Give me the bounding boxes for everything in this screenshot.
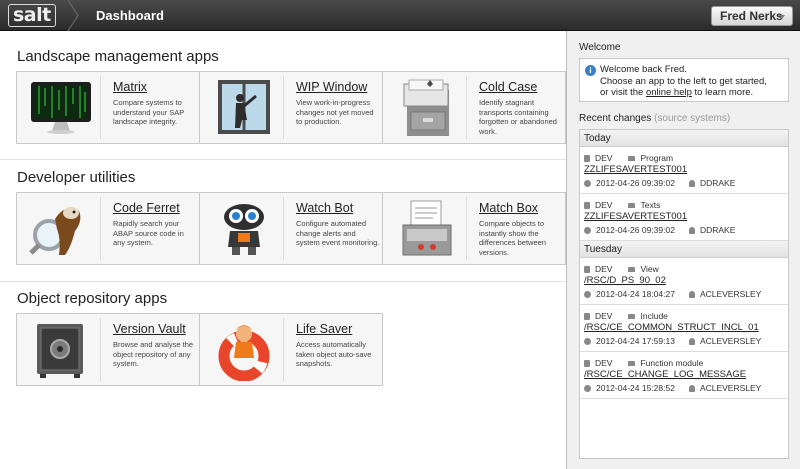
welcome-line-1: Welcome back Fred. bbox=[600, 64, 687, 75]
object-link[interactable]: /RSC/CE_COMMON_STRUCT_INCL_01 bbox=[584, 322, 759, 333]
app-card-life-saver[interactable]: Life Saver Access automatically taken ob… bbox=[199, 313, 383, 386]
welcome-line-3: or visit the online help to learn more. bbox=[600, 87, 754, 98]
app-description: View work-in-progress changes not yet mo… bbox=[296, 98, 374, 126]
section-divider bbox=[0, 159, 566, 160]
filing-cabinet-icon bbox=[387, 76, 467, 139]
object-link[interactable]: ZZLIFESAVERTEST001 bbox=[584, 211, 687, 222]
matrix-monitor-icon bbox=[21, 76, 101, 139]
app-name: Life Saver bbox=[296, 322, 353, 336]
folder-icon bbox=[628, 267, 636, 272]
user-icon bbox=[688, 291, 695, 298]
page-title: Dashboard bbox=[96, 8, 164, 23]
app-description: Compare objects to instantly show the di… bbox=[479, 219, 546, 257]
app-card-code-ferret[interactable]: Code Ferret Rapidly search your ABAP sou… bbox=[16, 192, 200, 265]
app-card-watch-bot[interactable]: Watch Bot Configure automated change ale… bbox=[199, 192, 383, 265]
app-description: Browse and analyse the object repository… bbox=[113, 340, 194, 368]
app-description: Configure automated change alerts and sy… bbox=[296, 219, 380, 247]
app-name: Match Box bbox=[479, 201, 539, 215]
change-entry[interactable]: DEV View /RSC/D_PS_90_02 2012-04-24 18:04… bbox=[580, 258, 788, 305]
welcome-line-2: Choose an app to the left to get started… bbox=[600, 75, 767, 87]
folder-icon bbox=[628, 361, 636, 366]
window-cleaner-icon bbox=[204, 76, 284, 139]
clock-icon bbox=[584, 180, 591, 187]
object-link[interactable]: /RSC/CE_CHANGE_LOG_MESSAGE bbox=[584, 369, 746, 380]
clock-icon bbox=[584, 338, 591, 345]
app-card-matrix[interactable]: Matrix Compare systems to understand you… bbox=[16, 71, 200, 144]
app-description: Access automatically taken object auto-s… bbox=[296, 340, 372, 368]
app-name: Cold Case bbox=[479, 80, 538, 94]
user-icon bbox=[688, 385, 695, 392]
object-link[interactable]: /RSC/D_PS_90_02 bbox=[584, 275, 666, 286]
day-header: Today bbox=[580, 130, 788, 147]
app-name: Matrix bbox=[113, 80, 148, 94]
apps-panel: Landscape management apps Matrix Compare… bbox=[0, 31, 566, 469]
document-tray-icon bbox=[387, 197, 467, 260]
change-entry[interactable]: DEV Program ZZLIFESAVERTEST001 2012-04-26… bbox=[580, 147, 788, 194]
recent-changes-sub[interactable]: (source systems) bbox=[654, 113, 730, 124]
salt-logo[interactable]: salt bbox=[8, 3, 56, 27]
app-card-version-vault[interactable]: Version Vault Browse and analyse the obj… bbox=[16, 313, 200, 386]
change-entry[interactable]: DEV Texts ZZLIFESAVERTEST001 2012-04-26 0… bbox=[580, 194, 788, 241]
online-help-link[interactable]: online help bbox=[646, 87, 692, 98]
app-description: Rapidly search your ABAP source code in … bbox=[113, 219, 184, 247]
folder-icon bbox=[628, 314, 636, 319]
clock-icon bbox=[584, 227, 591, 234]
change-entry[interactable]: DEV Include /RSC/CE_COMMON_STRUCT_INCL_01… bbox=[580, 305, 788, 352]
welcome-heading: Welcome bbox=[579, 42, 621, 53]
section-divider bbox=[0, 281, 566, 282]
object-link[interactable]: ZZLIFESAVERTEST001 bbox=[584, 164, 687, 175]
app-description: Compare systems to understand your SAP l… bbox=[113, 98, 185, 126]
app-name: Code Ferret bbox=[113, 201, 180, 215]
top-bar: salt Dashboard Fred Nerks bbox=[0, 0, 800, 31]
recent-changes-heading: Recent changes (source systems) bbox=[579, 113, 731, 124]
recent-changes-list[interactable]: Today DEV Program ZZLIFESAVERTEST001 2012… bbox=[579, 129, 789, 459]
day-header: Tuesday bbox=[580, 241, 788, 258]
safe-icon bbox=[21, 318, 101, 381]
database-icon bbox=[584, 313, 590, 320]
welcome-box: i Welcome back Fred. Choose an app to th… bbox=[579, 58, 789, 102]
folder-icon bbox=[628, 203, 636, 208]
section-title-object-repository: Object repository apps bbox=[17, 290, 168, 307]
database-icon bbox=[584, 155, 590, 162]
change-entry[interactable]: DEV Function module /RSC/CE_CHANGE_LOG_ME… bbox=[580, 352, 788, 399]
clock-icon bbox=[584, 385, 591, 392]
ferret-magnifier-icon bbox=[21, 197, 101, 260]
app-name: Version Vault bbox=[113, 322, 186, 336]
logo-text: salt bbox=[8, 3, 56, 27]
clock-icon bbox=[584, 291, 591, 298]
sidebar: Welcome i Welcome back Fred. Choose an a… bbox=[566, 31, 800, 469]
user-icon bbox=[688, 180, 695, 187]
breadcrumb-chevron-icon bbox=[67, 0, 79, 31]
app-description: Identify stagnant transports containing … bbox=[479, 98, 557, 136]
user-menu-button[interactable]: Fred Nerks bbox=[711, 6, 793, 26]
section-title-landscape: Landscape management apps bbox=[17, 48, 219, 65]
info-icon: i bbox=[585, 65, 596, 76]
folder-icon bbox=[628, 156, 636, 161]
app-card-wip-window[interactable]: WIP Window View work-in-progress changes… bbox=[199, 71, 383, 144]
app-card-match-box[interactable]: Match Box Compare objects to instantly s… bbox=[382, 192, 566, 265]
chevron-down-icon bbox=[779, 15, 785, 19]
app-name: Watch Bot bbox=[296, 201, 354, 215]
database-icon bbox=[584, 266, 590, 273]
database-icon bbox=[584, 360, 590, 367]
section-title-developer: Developer utilities bbox=[17, 169, 136, 186]
app-card-cold-case[interactable]: Cold Case Identify stagnant transports c… bbox=[382, 71, 566, 144]
user-icon bbox=[688, 338, 695, 345]
user-name: Fred Nerks bbox=[720, 9, 783, 23]
user-icon bbox=[688, 227, 695, 234]
app-name: WIP Window bbox=[296, 80, 368, 94]
database-icon bbox=[584, 202, 590, 209]
robot-icon bbox=[204, 197, 284, 260]
lifeguard-ring-icon bbox=[204, 318, 284, 382]
